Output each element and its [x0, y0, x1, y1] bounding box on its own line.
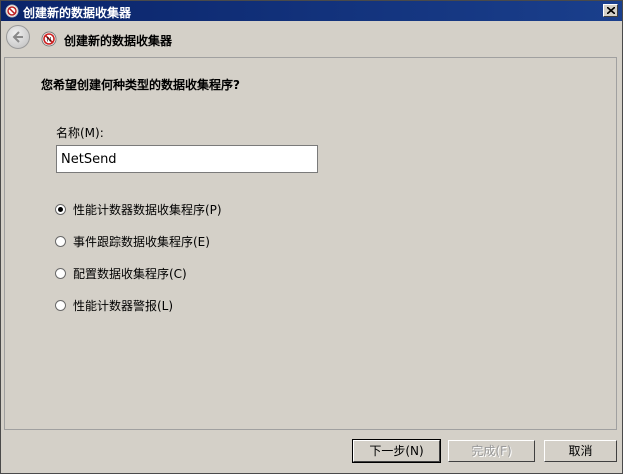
arrow-left-icon	[12, 31, 23, 43]
cancel-button[interactable]: 取消	[544, 440, 617, 462]
radio-configuration-collector[interactable]: 配置数据收集程序(C)	[55, 265, 187, 281]
wizard-header: N 创建新的数据收集器	[1, 21, 622, 57]
finish-button[interactable]: 完成(F)	[448, 440, 535, 462]
wizard-footer: 下一步(N) 完成(F) 取消	[1, 431, 622, 473]
radio-label: 事件跟踪数据收集程序(E)	[73, 234, 210, 249]
wizard-title: 创建新的数据收集器	[64, 34, 173, 48]
wizard-content: 您希望创建何种类型的数据收集程序? 名称(M): 性能计数器数据收集程序(P) …	[4, 57, 617, 430]
radio-label: 性能计数器数据收集程序(P)	[73, 202, 222, 217]
perfmon-app-icon	[5, 4, 19, 18]
radio-event-trace-collector[interactable]: 事件跟踪数据收集程序(E)	[55, 233, 210, 249]
data-collector-icon: N	[41, 31, 57, 47]
radio-performance-counter-collector[interactable]: 性能计数器数据收集程序(P)	[55, 201, 222, 217]
wizard-window: 创建新的数据收集器 N 创建新的数据收集器 您希望创建何种类型的数据收集程序? …	[0, 0, 623, 474]
svg-text:N: N	[47, 37, 52, 44]
next-button[interactable]: 下一步(N)	[352, 439, 441, 463]
name-label: 名称(M):	[56, 126, 104, 140]
radio-label: 性能计数器警报(L)	[73, 298, 174, 313]
title-bar[interactable]: 创建新的数据收集器	[1, 1, 622, 21]
radio-button[interactable]	[55, 267, 66, 279]
name-input[interactable]	[56, 145, 318, 173]
radio-button-checked[interactable]	[55, 203, 66, 215]
window-title: 创建新的数据收集器	[23, 6, 132, 20]
radio-performance-counter-alert[interactable]: 性能计数器警报(L)	[55, 297, 173, 313]
back-button[interactable]	[6, 25, 30, 49]
question-heading: 您希望创建何种类型的数据收集程序?	[41, 78, 240, 92]
radio-button[interactable]	[55, 235, 66, 247]
radio-button[interactable]	[55, 299, 66, 311]
close-button[interactable]	[603, 4, 618, 17]
close-icon	[607, 7, 615, 14]
radio-label: 配置数据收集程序(C)	[73, 266, 187, 281]
